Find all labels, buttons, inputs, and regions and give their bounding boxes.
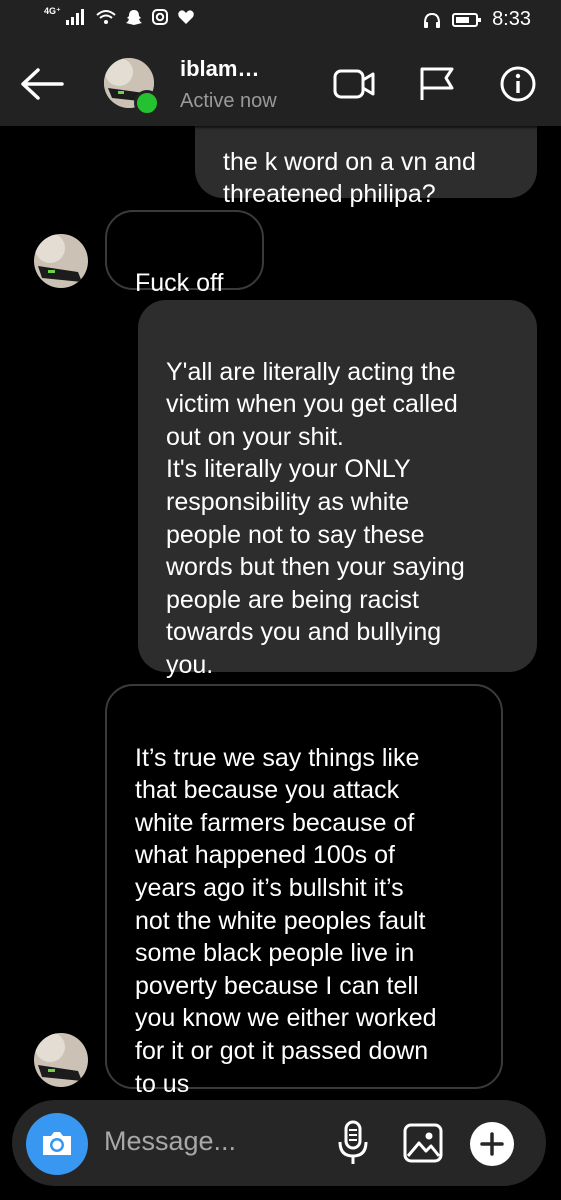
heart-icon	[177, 10, 194, 24]
snapchat-icon	[125, 10, 142, 25]
flag-icon[interactable]	[414, 66, 458, 102]
message-text: Y'all are literally acting the victim wh…	[166, 357, 465, 679]
active-status: Active now	[180, 90, 277, 112]
status-bar: 4G⁺ 8:33	[0, 0, 561, 40]
gallery-icon[interactable]	[402, 1122, 444, 1164]
status-icons-right: 8:33	[422, 8, 531, 31]
back-arrow-icon[interactable]	[18, 64, 66, 104]
online-indicator	[134, 90, 160, 116]
message-composer: Message...	[12, 1100, 546, 1186]
contact-name[interactable]: iblam…	[180, 56, 259, 82]
video-call-icon[interactable]	[332, 66, 376, 102]
network-type: 4G⁺	[44, 5, 61, 16]
message-text: Fuck off	[135, 268, 224, 297]
sender-avatar[interactable]	[34, 1033, 88, 1087]
battery-icon	[452, 12, 482, 27]
plus-icon	[480, 1132, 504, 1156]
camera-icon	[43, 1132, 71, 1155]
status-icons-left: 4G⁺	[44, 5, 195, 26]
signal-icon	[65, 9, 84, 25]
sender-avatar[interactable]	[34, 234, 88, 288]
message-sent[interactable]: Y'all are literally acting the victim wh…	[138, 300, 537, 679]
microphone-icon[interactable]	[336, 1120, 370, 1166]
camera-button[interactable]	[26, 1113, 88, 1175]
chat-header: iblam… Active now	[0, 40, 561, 126]
clock: 8:33	[492, 8, 531, 30]
message-text: It’s true we say things like that becaus…	[135, 743, 437, 1098]
headphones-icon	[424, 12, 441, 28]
message-received[interactable]: It’s true we say things like that becaus…	[105, 684, 503, 1098]
message-text: the k word on a vn and threatened philip…	[223, 147, 476, 209]
info-icon[interactable]	[496, 66, 540, 102]
instagram-icon	[151, 9, 168, 25]
message-input[interactable]: Message...	[104, 1126, 236, 1157]
message-received[interactable]: Fuck off	[105, 210, 264, 297]
wifi-icon	[96, 10, 116, 24]
plus-button[interactable]	[470, 1122, 514, 1166]
